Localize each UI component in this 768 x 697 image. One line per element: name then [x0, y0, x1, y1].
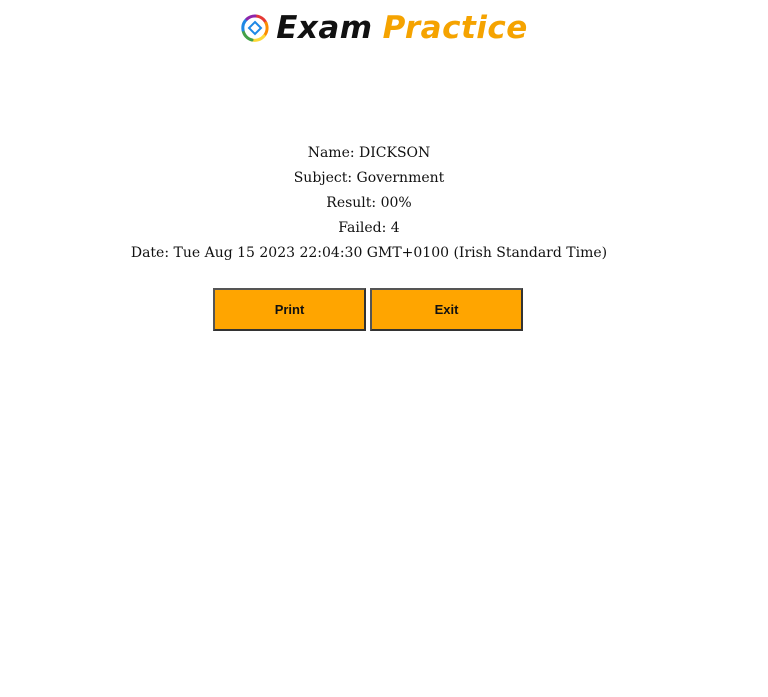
logo-text-practice: Practice	[382, 10, 528, 46]
exit-button[interactable]: Exit	[370, 288, 523, 331]
print-button[interactable]: Print	[213, 288, 366, 331]
exam-result: Result: 00%	[326, 195, 412, 211]
failed-count: Failed: 4	[338, 220, 400, 236]
site-header: Exam Practice	[0, 8, 768, 48]
result-summary: Name: DICKSON Subject: Government Result…	[0, 141, 738, 266]
action-buttons: Print Exit	[213, 288, 523, 331]
logo-text-exam: Exam	[276, 10, 373, 46]
candidate-name: Name: DICKSON	[307, 145, 431, 161]
logo-icon	[240, 13, 270, 43]
exam-subject: Subject: Government	[293, 170, 445, 186]
exam-date: Date: Tue Aug 15 2023 22:04:30 GMT+0100 …	[130, 245, 608, 261]
